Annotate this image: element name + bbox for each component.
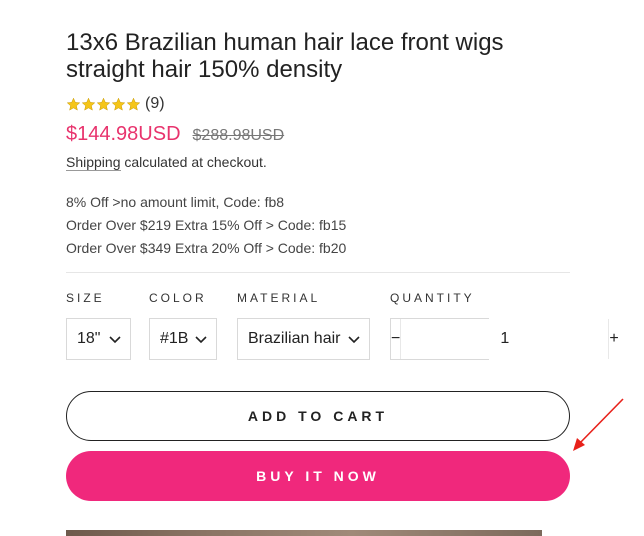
promo-line: Order Over $219 Extra 15% Off > Code: fb… bbox=[66, 217, 347, 233]
product-title: 13x6 Brazilian human hair lace front wig… bbox=[66, 29, 504, 83]
shipping-note: Shipping calculated at checkout. bbox=[66, 154, 267, 171]
chevron-down-icon bbox=[348, 336, 360, 344]
shipping-link[interactable]: Shipping bbox=[66, 154, 121, 171]
size-selected-value: 18" bbox=[77, 330, 101, 347]
sale-price: $144.98USD bbox=[66, 123, 181, 145]
quantity-stepper: − + bbox=[390, 318, 619, 360]
star-icon bbox=[126, 97, 141, 112]
compare-at-price: $288.98USD bbox=[192, 127, 285, 144]
review-count[interactable]: (9) bbox=[145, 95, 165, 113]
star-icon bbox=[66, 97, 81, 112]
shipping-note-text: calculated at checkout. bbox=[120, 154, 267, 170]
buy-it-now-button[interactable]: BUY IT NOW bbox=[66, 451, 570, 501]
quantity-decrease-button[interactable]: − bbox=[391, 319, 400, 359]
star-icon bbox=[96, 97, 111, 112]
rating-stars bbox=[66, 97, 141, 112]
product-rating[interactable]: (9) bbox=[66, 94, 165, 114]
quantity-increase-button[interactable]: + bbox=[609, 319, 618, 359]
star-icon bbox=[111, 97, 126, 112]
chevron-down-icon bbox=[195, 336, 207, 344]
star-icon bbox=[81, 97, 96, 112]
price-row: $144.98USD $288.98USD bbox=[66, 123, 284, 146]
size-select[interactable]: 18" bbox=[66, 318, 131, 360]
color-selected-value: #1B bbox=[160, 330, 189, 347]
promo-line: 8% Off >no amount limit, Code: fb8 bbox=[66, 194, 285, 210]
color-label: COLOR bbox=[149, 291, 207, 305]
chevron-down-icon bbox=[109, 336, 121, 344]
material-select[interactable]: Brazilian hair bbox=[237, 318, 370, 360]
annotation-arrow-icon bbox=[573, 398, 624, 451]
divider bbox=[66, 272, 570, 273]
quantity-label: QUANTITY bbox=[390, 291, 475, 305]
quantity-input[interactable] bbox=[400, 319, 610, 359]
product-image-preview bbox=[66, 530, 542, 536]
promo-line: Order Over $349 Extra 20% Off > Code: fb… bbox=[66, 240, 347, 256]
add-to-cart-button[interactable]: ADD TO CART bbox=[66, 391, 570, 441]
promotion-codes: 8% Off >no amount limit, Code: fb8 Order… bbox=[66, 191, 346, 260]
material-label: MATERIAL bbox=[237, 291, 321, 305]
size-label: SIZE bbox=[66, 291, 105, 305]
color-select[interactable]: #1B bbox=[149, 318, 217, 360]
material-selected-value: Brazilian hair bbox=[248, 330, 341, 347]
